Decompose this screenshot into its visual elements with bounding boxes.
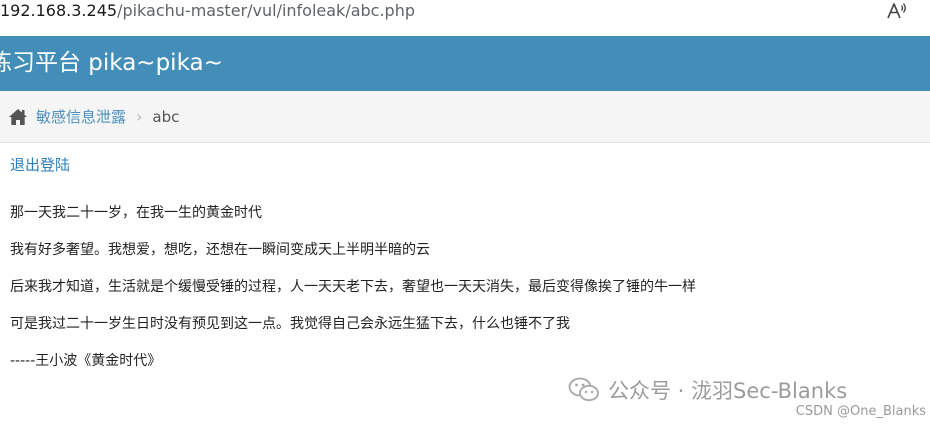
breadcrumb-link-infoleak[interactable]: 敏感信息泄露 (36, 106, 126, 127)
brand-partial-char: 练 (0, 50, 12, 76)
wechat-watermark: 公众号 · 泷羽Sec-Blanks (568, 376, 847, 404)
page: 192.168.3.245/pikachu-master/vul/infolea… (0, 0, 930, 428)
breadcrumb: 敏感信息泄露 › abc (8, 91, 179, 142)
url-path: /pikachu-master/vul/infoleak/abc.php (117, 1, 416, 20)
home-icon[interactable] (8, 108, 28, 126)
breadcrumb-current: abc (152, 107, 180, 126)
url-host: 192.168.3.245 (0, 1, 118, 20)
poem-line-1: 那一天我二十一岁，在我一生的黄金时代 (10, 205, 262, 221)
read-aloud-icon-svg (887, 3, 906, 19)
wechat-icon-svg (568, 377, 599, 402)
poem-text: 那一天我二十一岁，在我一生的黄金时代 我有好多奢望。我想爱，想吃，还想在一瞬间变… (10, 202, 910, 387)
address-bar[interactable]: 192.168.3.245/pikachu-master/vul/infolea… (0, 0, 930, 26)
poem-line-2: 我有好多奢望。我想爱，想吃，还想在一瞬间变成天上半明半暗的云 (10, 242, 430, 258)
header-banner: 练习平台 pika~pika~ (0, 36, 930, 91)
breadcrumb-bar: 敏感信息泄露 › abc (0, 91, 930, 143)
poem-line-3: 后来我才知道，生活就是个缓慢受锤的过程，人一天天老下去，奢望也一天天消失，最后变… (10, 279, 696, 295)
read-aloud-icon[interactable] (885, 0, 909, 22)
main-content: 退出登陆 那一天我二十一岁，在我一生的黄金时代 我有好多奢望。我想爱，想吃，还想… (10, 154, 910, 369)
brand-title[interactable]: 练习平台 pika~pika~ (0, 36, 223, 91)
logout-link[interactable]: 退出登陆 (10, 154, 910, 176)
brand-title-text: 习平台 pika~pika~ (12, 50, 223, 76)
csdn-watermark: CSDN @One_Blanks (795, 404, 926, 419)
url-text[interactable]: 192.168.3.245/pikachu-master/vul/infolea… (0, 0, 415, 22)
home-icon-svg (9, 108, 27, 125)
wechat-icon (568, 376, 600, 404)
wechat-watermark-text: 公众号 · 泷羽Sec-Blanks (608, 379, 848, 403)
poem-line-4: 可是我过二十一岁生日时没有预见到这一点。我觉得自己会永远生猛下去，什么也锤不了我 (10, 316, 570, 332)
breadcrumb-separator: › (136, 107, 143, 126)
